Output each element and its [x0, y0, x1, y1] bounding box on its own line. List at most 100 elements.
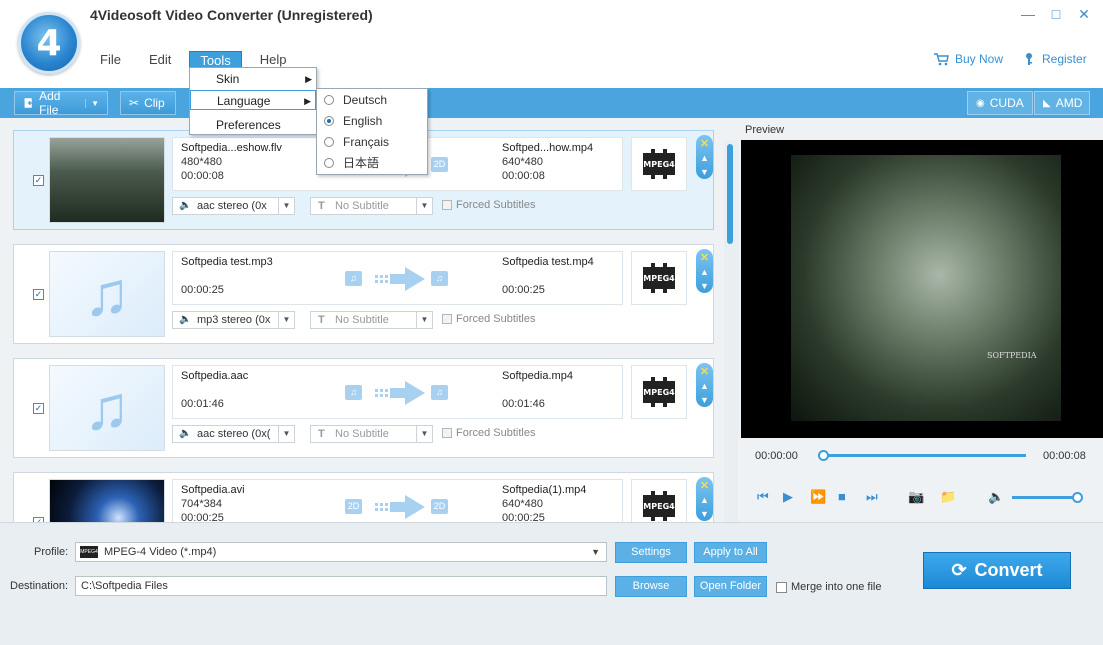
add-file-button[interactable]: Add File ▼ [14, 91, 108, 115]
close-icon[interactable]: ✕ [1077, 6, 1091, 22]
merge-checkbox[interactable]: Merge into one file [776, 581, 882, 593]
toolbar: Add File ▼ ✂ Clip ◉ CUDA ◣ AMD [0, 88, 1103, 118]
nvidia-icon: ◉ [976, 98, 985, 109]
forced-subtitles-checkbox[interactable]: Forced Subtitles [442, 313, 535, 325]
move-down-icon[interactable]: ▼ [700, 167, 709, 177]
video-thumbnail [49, 479, 165, 522]
clip-button[interactable]: ✂ Clip [120, 91, 176, 115]
move-up-icon[interactable]: ▲ [700, 381, 709, 391]
scrollbar-thumb[interactable] [727, 144, 733, 244]
file-item[interactable]: ✓ ♫ Softpedia.aac 00:01:46 ♫ ♫ Softpedia… [13, 358, 714, 458]
audio-track-select[interactable]: 🔈mp3 stereo (0x▼ [172, 311, 295, 329]
subtitle-select[interactable]: TNo Subtitle▼ [310, 311, 433, 329]
file-checkbox[interactable]: ✓ [33, 289, 44, 300]
checkbox-box [442, 314, 452, 324]
move-up-icon[interactable]: ▲ [700, 153, 709, 163]
speaker-icon: 🔈 [179, 198, 191, 214]
language-label: 日本語 [343, 156, 379, 170]
stop-icon[interactable]: ■ [838, 489, 846, 504]
profile-select[interactable]: MPEG4 MPEG-4 Video (*.mp4) ▼ [75, 542, 607, 562]
mpeg4-icon: MPEG4 [643, 263, 675, 293]
file-list-scrollbar[interactable] [724, 140, 738, 522]
subtitle-select[interactable]: TNo Subtitle▼ [310, 197, 433, 215]
window-controls: — □ ✕ [1021, 6, 1091, 22]
settings-button[interactable]: Settings [615, 542, 687, 563]
minimize-icon[interactable]: — [1021, 6, 1035, 22]
camera-icon[interactable]: 📷 [908, 489, 924, 505]
skip-forward-icon[interactable]: ⏭ [866, 489, 878, 505]
skip-back-icon[interactable]: ⏮ [757, 489, 769, 505]
folder-icon[interactable]: 📁 [940, 489, 956, 505]
mpeg4-icon: MPEG4 [643, 149, 675, 179]
move-up-icon[interactable]: ▲ [700, 495, 709, 505]
chevron-down-icon[interactable]: ▼ [85, 99, 99, 108]
apply-to-all-button[interactable]: Apply to All [694, 542, 767, 563]
watermark-text: SOFTPEDIA [987, 351, 1037, 360]
audio-track-select[interactable]: 🔈aac stereo (0x▼ [172, 197, 295, 215]
register-link[interactable]: Register [1024, 52, 1087, 66]
chevron-down-icon: ▼ [416, 198, 432, 214]
output-name: Softpedia.mp4 [502, 370, 573, 382]
move-down-icon[interactable]: ▼ [700, 395, 709, 405]
register-label: Register [1042, 52, 1087, 66]
language-label: Français [343, 135, 389, 149]
arrow-right-icon [375, 495, 425, 519]
cart-icon [933, 53, 949, 66]
maximize-icon[interactable]: □ [1049, 6, 1063, 22]
remove-icon[interactable]: ✕ [700, 137, 709, 150]
move-down-icon[interactable]: ▼ [700, 281, 709, 291]
move-up-icon[interactable]: ▲ [700, 267, 709, 277]
forced-subtitles-checkbox[interactable]: Forced Subtitles [442, 199, 535, 211]
target-type-badge: 2D [431, 499, 448, 514]
menu-file[interactable]: File [90, 51, 131, 70]
scissors-icon: ✂ [129, 96, 139, 110]
file-item[interactable]: ✓ ♫ Softpedia test.mp3 00:00:25 ♫ ♫ Soft… [13, 244, 714, 344]
chevron-down-icon: ▼ [416, 426, 432, 442]
menu-item-language[interactable]: Language ▶ [190, 90, 316, 110]
volume-knob[interactable] [1072, 492, 1083, 503]
remove-icon[interactable]: ✕ [700, 251, 709, 264]
language-japanese[interactable]: 日本語 [317, 153, 427, 174]
seek-bar[interactable] [818, 454, 1026, 457]
browse-button[interactable]: Browse [615, 576, 687, 597]
format-icon-box[interactable]: MPEG4 [631, 479, 687, 522]
format-icon-box[interactable]: MPEG4 [631, 365, 687, 419]
seek-knob[interactable] [818, 450, 829, 461]
format-icon-box[interactable]: MPEG4 [631, 251, 687, 305]
play-icon[interactable]: ▶ [783, 489, 793, 505]
subtitle-select[interactable]: TNo Subtitle▼ [310, 425, 433, 443]
format-icon-box[interactable]: MPEG4 [631, 137, 687, 191]
menu-edit[interactable]: Edit [139, 51, 181, 70]
language-francais[interactable]: Français [317, 132, 427, 153]
language-label: Deutsch [343, 93, 387, 107]
move-down-icon[interactable]: ▼ [700, 509, 709, 519]
language-deutsch[interactable]: Deutsch [317, 90, 427, 111]
fast-forward-icon[interactable]: ⏩ [810, 489, 826, 505]
volume-slider[interactable] [1012, 496, 1078, 499]
convert-button[interactable]: ⟳ Convert [923, 552, 1071, 589]
open-folder-button[interactable]: Open Folder [694, 576, 767, 597]
file-item[interactable]: ✓ Softpedia.avi 704*384 00:00:25 2D 2D S… [13, 472, 714, 522]
bottom-panel: Profile: MPEG4 MPEG-4 Video (*.mp4) ▼ Se… [0, 522, 1103, 645]
current-time: 00:00:00 [755, 450, 798, 462]
file-checkbox[interactable]: ✓ [33, 175, 44, 186]
language-english[interactable]: English [317, 111, 427, 132]
audio-track-select[interactable]: 🔈aac stereo (0x(▼ [172, 425, 295, 443]
output-resolution: 640*480 [502, 498, 543, 510]
cuda-button[interactable]: ◉ CUDA [967, 91, 1033, 115]
source-duration: 00:01:46 [181, 398, 224, 410]
source-name: Softpedia...eshow.flv [181, 142, 282, 154]
menu-item-preferences[interactable]: Preferences [190, 115, 316, 135]
remove-icon[interactable]: ✕ [700, 479, 709, 492]
menu-item-skin[interactable]: Skin ▶ [190, 69, 316, 89]
buy-now-link[interactable]: Buy Now [933, 52, 1003, 66]
radio-icon [324, 137, 334, 147]
file-checkbox[interactable]: ✓ [33, 403, 44, 414]
volume-icon[interactable]: 🔈 [988, 489, 1004, 505]
output-duration: 00:00:08 [502, 170, 545, 182]
amd-button[interactable]: ◣ AMD [1034, 91, 1090, 115]
destination-input[interactable]: C:\Softpedia Files [75, 576, 607, 596]
remove-icon[interactable]: ✕ [700, 365, 709, 378]
forced-subtitles-checkbox[interactable]: Forced Subtitles [442, 427, 535, 439]
menu-item-label: Skin [216, 72, 239, 86]
